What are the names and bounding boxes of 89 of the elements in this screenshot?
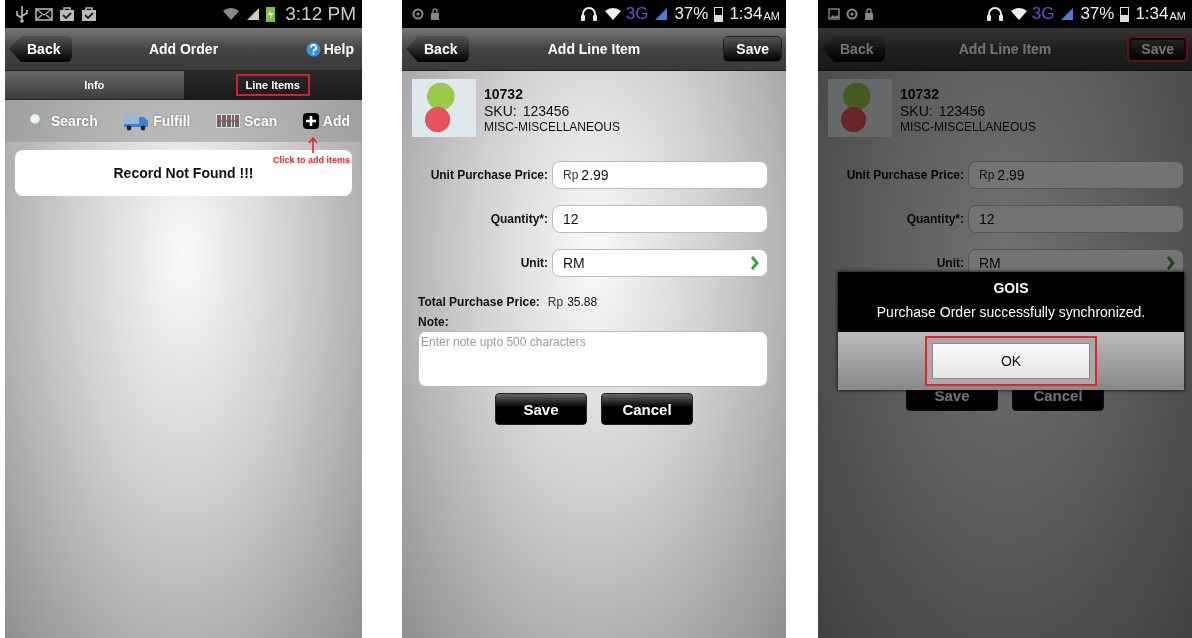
currency-label: Rp (979, 168, 995, 182)
network-type: 3G (625, 4, 649, 24)
back-button[interactable]: Back (406, 36, 470, 62)
input-field[interactable]: Rp 2.99 (968, 161, 1184, 189)
chevron-icon (750, 256, 759, 270)
wifi-icon (1009, 7, 1028, 21)
product-code: 10732 (484, 86, 524, 102)
truck-icon (123, 111, 150, 131)
input-field[interactable]: 12 (552, 205, 768, 233)
battery-percent: 37% (674, 4, 709, 24)
lock-icon (864, 8, 874, 20)
network-type: 3G (1031, 4, 1055, 24)
field-label: Quantity*: (489, 212, 549, 226)
status-time: 1:34 (729, 4, 763, 24)
field-label: Quantity*: (905, 212, 965, 226)
sku-label: SKU: (484, 103, 517, 119)
help-icon (305, 41, 321, 57)
save-button[interactable]: Save (1127, 36, 1188, 62)
ok-button[interactable]: OK (925, 336, 1097, 386)
field-label: Unit Purchase Price: (845, 168, 965, 182)
field-label: Unit: (519, 256, 549, 270)
dot-icon (412, 8, 424, 20)
status-time: 1:34 (1135, 4, 1169, 24)
field-value: RM (563, 255, 585, 271)
headset-icon (985, 5, 1004, 23)
empty-message: Record Not Found !!! (113, 165, 254, 181)
screen-title: Add Line Item (957, 41, 1053, 57)
dialog-title: GOIS (992, 280, 1030, 296)
wifi-icon (603, 7, 622, 21)
field-value: 12 (979, 211, 995, 227)
sku-value: 123456 (938, 103, 986, 119)
battery-icon (714, 6, 724, 22)
note-field[interactable]: Enter note upto 500 characters (418, 331, 768, 387)
lock-icon (430, 8, 440, 20)
status-ampm: AM (1169, 10, 1186, 22)
total-value: 35.88 (567, 295, 598, 309)
annotation-arrow (308, 136, 318, 154)
wifi-icon (222, 7, 241, 21)
photo-placeholder (828, 79, 892, 137)
battery-icon (266, 6, 276, 22)
status-time: 3:12 PM (285, 3, 356, 25)
signal-icon (654, 7, 669, 21)
search-icon (27, 111, 47, 131)
screen-title: Add Order (147, 41, 220, 57)
field-value: 2.99 (581, 167, 609, 183)
annotation-text: Click to add items (272, 155, 350, 165)
help-button[interactable]: Help (301, 39, 358, 59)
bag-check-icon (81, 6, 97, 22)
currency-label: Rp (563, 168, 579, 182)
signal-icon (1060, 7, 1075, 21)
bag-check-icon (59, 6, 75, 22)
field-value: 2.99 (997, 167, 1025, 183)
sku-value: 123456 (522, 103, 570, 119)
currency-label: Rp (547, 295, 564, 309)
tab[interactable]: Info (5, 71, 184, 100)
field-label: Unit Purchase Price: (429, 168, 549, 182)
back-button[interactable]: Back (822, 36, 886, 62)
headset-icon (579, 5, 598, 23)
photo-placeholder (412, 79, 476, 137)
input-field[interactable]: Rp 2.99 (552, 161, 768, 189)
save-button[interactable]: Save (495, 393, 587, 425)
back-button[interactable]: Back (9, 36, 73, 62)
product-code: 10732 (900, 86, 940, 102)
tab[interactable]: Line Items (183, 71, 362, 100)
usb-icon (15, 5, 29, 23)
chevron-icon (1166, 256, 1175, 270)
status-ampm: AM (763, 10, 780, 22)
barcode-icon (215, 114, 240, 128)
product-category: MISC-MISCELLANEOUS (900, 120, 1037, 134)
plus-icon (302, 113, 319, 129)
dot-icon (846, 8, 858, 20)
note-label: Note: (418, 315, 450, 329)
battery-percent: 37% (1080, 4, 1115, 24)
field-label: Unit: (935, 256, 965, 270)
dialog-message: Purchase Order successfully synchronized. (875, 304, 1147, 320)
sku-label: SKU: (900, 103, 933, 119)
input-field[interactable]: 12 (968, 205, 1184, 233)
field-value: 12 (563, 211, 579, 227)
field-value: RM (979, 255, 1001, 271)
mail-icon (35, 7, 53, 21)
save-button[interactable]: Save (723, 36, 782, 62)
image-icon (828, 8, 840, 20)
battery-icon (1120, 6, 1130, 22)
screen-title: Add Line Item (546, 41, 642, 57)
total-label: Total Purchase Price: (418, 295, 540, 309)
signal-icon (246, 7, 261, 21)
unit-select[interactable]: RM (552, 249, 768, 277)
product-category: MISC-MISCELLANEOUS (484, 120, 621, 134)
cancel-button[interactable]: Cancel (601, 393, 693, 425)
